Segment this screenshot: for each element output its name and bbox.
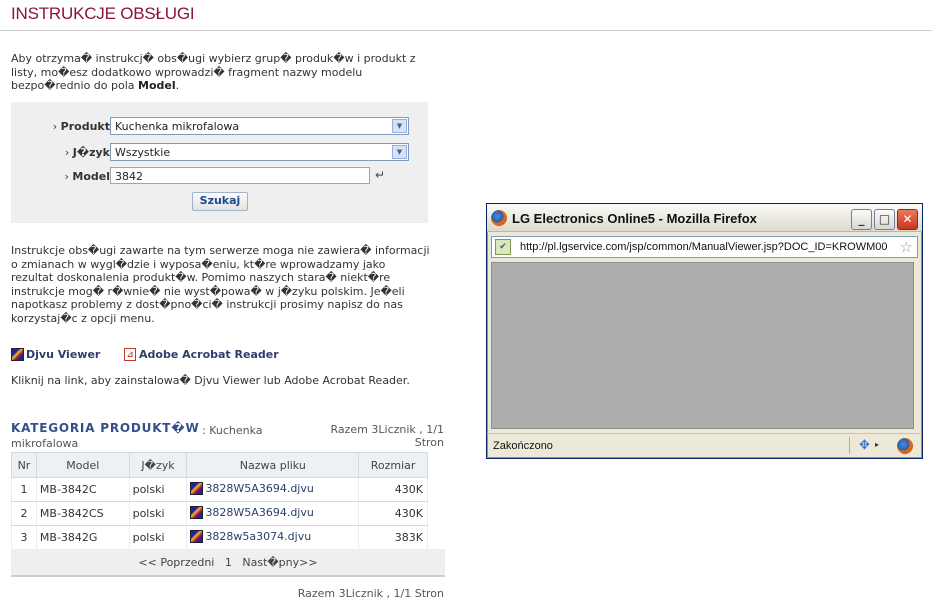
cell-size: 430K bbox=[358, 501, 428, 526]
product-row: Produkt Kuchenka mikrofalowa ▼ bbox=[11, 117, 428, 137]
install-note: Kliknij na link, aby zainstalowa� Djvu V… bbox=[11, 374, 410, 387]
firefox-popup-window: LG Electronics Online5 - Mozilla Firefox… bbox=[486, 203, 923, 459]
table-row: 1 MB-3842C polski 3828W5A3694.djvu 430K bbox=[11, 477, 428, 502]
status-text: Zakończono bbox=[493, 440, 553, 452]
popup-content-area bbox=[491, 262, 914, 429]
language-select[interactable]: Wszystkie ▼ bbox=[110, 143, 409, 161]
bookmark-star-icon[interactable]: ☆ bbox=[900, 238, 913, 256]
header-language: J�zyk bbox=[128, 452, 188, 478]
language-row: J�zyk Wszystkie ▼ bbox=[11, 143, 428, 163]
category-name-cont: mikrofalowa bbox=[11, 437, 79, 450]
djvu-file-icon bbox=[190, 481, 204, 495]
acrobat-reader-link[interactable]: ⊿ Adobe Acrobat Reader bbox=[124, 348, 279, 361]
cell-model: MB-3842C bbox=[35, 477, 130, 502]
page-title: INSTRUKCJE OBSŁUGI bbox=[11, 4, 195, 23]
djvu-file-icon bbox=[190, 529, 204, 543]
djvu-viewer-link[interactable]: Djvu Viewer bbox=[11, 348, 100, 361]
result-counter-top: Razem 3Licznik , 1/1 Stron bbox=[300, 423, 445, 449]
intro-text: Aby otrzyma� instrukcj� obs�ugi wybierz … bbox=[11, 52, 421, 93]
file-link[interactable]: 3828W5A3694.djvu bbox=[190, 481, 314, 495]
maximize-button[interactable]: □ bbox=[874, 209, 895, 230]
cell-size: 383K bbox=[358, 525, 428, 550]
result-counter-bottom: Razem 3Licznik , 1/1 Stron bbox=[297, 587, 444, 600]
site-identity-icon[interactable]: ✔ bbox=[495, 239, 511, 255]
model-input[interactable]: 3842 bbox=[110, 167, 370, 184]
next-page-link[interactable]: Nast�pny>> bbox=[242, 556, 317, 569]
model-input-value: 3842 bbox=[115, 170, 143, 183]
prev-page-link[interactable]: << Poprzedni bbox=[138, 556, 214, 569]
header-filename: Nazwa pliku bbox=[186, 452, 360, 478]
djvu-viewer-label: Djvu Viewer bbox=[26, 348, 101, 361]
window-title: LG Electronics Online5 - Mozilla Firefox bbox=[512, 211, 757, 226]
cell-filename: 3828W5A3694.djvu bbox=[186, 501, 360, 526]
cell-model: MB-3842G bbox=[35, 525, 130, 550]
cell-size: 430K bbox=[358, 477, 428, 502]
chevron-down-icon[interactable]: ▼ bbox=[392, 119, 407, 133]
current-page[interactable]: 1 bbox=[225, 556, 232, 569]
category-name: : Kuchenka bbox=[202, 424, 263, 437]
firefox-logo-icon bbox=[491, 210, 507, 226]
header-model: Model bbox=[35, 452, 130, 478]
enter-icon[interactable]: ↵ bbox=[375, 168, 389, 182]
status-separator bbox=[849, 437, 850, 454]
pdf-icon: ⊿ bbox=[124, 348, 136, 361]
url-bar[interactable]: ✔ http://pl.lgservice.com/jsp/common/Man… bbox=[491, 236, 918, 258]
minimize-button[interactable]: _ bbox=[851, 209, 872, 230]
status-arrow-icon[interactable]: ▸ bbox=[875, 440, 879, 449]
model-row: Model 3842 ↵ bbox=[11, 167, 428, 187]
language-label: J�zyk bbox=[65, 146, 110, 159]
table-header-row: Nr Model J�zyk Nazwa pliku Rozmiar bbox=[11, 452, 428, 478]
pagination: << Poprzedni 1 Nast�pny>> bbox=[11, 549, 445, 577]
intro-text-end: . bbox=[175, 79, 180, 92]
table-row: 2 MB-3842CS polski 3828W5A3694.djvu 430K bbox=[11, 501, 428, 526]
url-text: http://pl.lgservice.com/jsp/common/Manua… bbox=[520, 241, 888, 253]
cell-model: MB-3842CS bbox=[35, 501, 130, 526]
disclaimer-text: Instrukcje obs�ugi zawarte na tym serwer… bbox=[11, 244, 430, 325]
file-name: 3828W5A3694.djvu bbox=[205, 481, 314, 495]
cell-filename: 3828W5A3694.djvu bbox=[186, 477, 360, 502]
result-counter-top-line2: Stron bbox=[414, 436, 444, 449]
cell-language: polski bbox=[128, 477, 188, 502]
model-label: Model bbox=[64, 170, 110, 183]
intro-text-main: Aby otrzyma� instrukcj� obs�ugi wybierz … bbox=[11, 52, 416, 92]
table-row: 3 MB-3842G polski 3828w5a3074.djvu 383K bbox=[11, 525, 428, 550]
language-select-value: Wszystkie bbox=[115, 146, 171, 159]
chevron-down-icon[interactable]: ▼ bbox=[392, 145, 407, 159]
header-nr: Nr bbox=[11, 452, 37, 478]
window-titlebar[interactable]: LG Electronics Online5 - Mozilla Firefox… bbox=[487, 204, 922, 232]
header-size: Rozmiar bbox=[358, 452, 428, 478]
djvu-icon bbox=[11, 348, 24, 361]
search-button[interactable]: Szukaj bbox=[192, 192, 248, 211]
intro-text-model: Model bbox=[138, 79, 176, 92]
cell-language: polski bbox=[128, 501, 188, 526]
cell-nr: 2 bbox=[11, 501, 37, 526]
file-link[interactable]: 3828w5a3074.djvu bbox=[190, 529, 312, 543]
product-select-value: Kuchenka mikrofalowa bbox=[115, 120, 240, 133]
djvu-file-icon bbox=[190, 505, 204, 519]
file-name: 3828w5a3074.djvu bbox=[205, 529, 312, 543]
file-name: 3828W5A3694.djvu bbox=[205, 505, 314, 519]
status-bar: Zakończono ✥ ▸ bbox=[487, 433, 922, 457]
cell-nr: 1 bbox=[11, 477, 37, 502]
firefox-status-icon[interactable] bbox=[897, 438, 913, 454]
acrobat-reader-label: Adobe Acrobat Reader bbox=[139, 348, 279, 361]
file-link[interactable]: 3828W5A3694.djvu bbox=[190, 505, 314, 519]
close-button[interactable]: ✕ bbox=[897, 209, 918, 230]
addon-icon[interactable]: ✥ bbox=[859, 439, 873, 453]
cell-filename: 3828w5a3074.djvu bbox=[186, 525, 360, 550]
category-title: KATEGORIA PRODUKT�W bbox=[11, 421, 200, 435]
product-label: Produkt bbox=[53, 120, 110, 133]
manuals-table: Nr Model J�zyk Nazwa pliku Rozmiar 1 MB-… bbox=[11, 452, 428, 550]
cell-nr: 3 bbox=[11, 525, 37, 550]
cell-language: polski bbox=[128, 525, 188, 550]
product-select[interactable]: Kuchenka mikrofalowa ▼ bbox=[110, 117, 409, 135]
result-counter-top-line1: Razem 3Licznik , 1/1 bbox=[330, 423, 445, 436]
title-divider bbox=[0, 30, 932, 31]
